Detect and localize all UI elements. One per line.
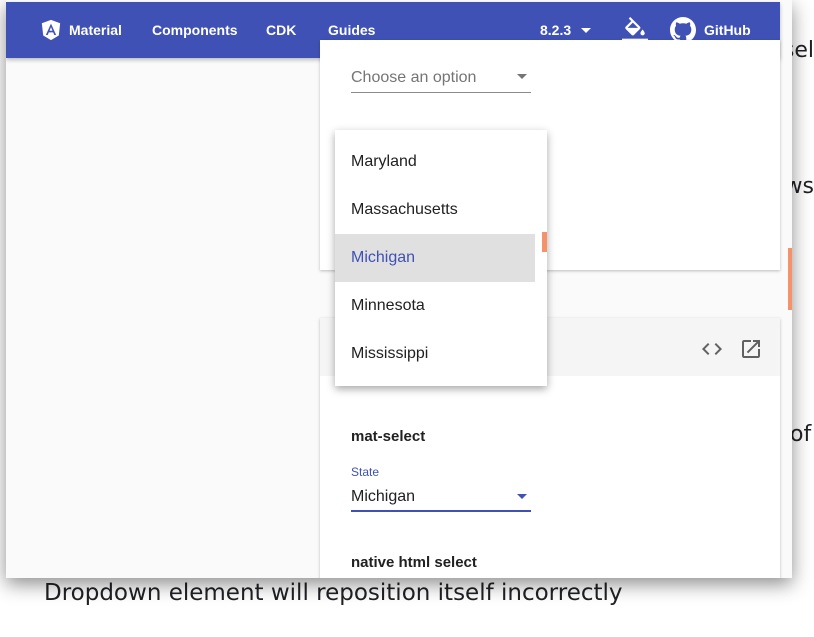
mat-select-title: mat-select xyxy=(351,428,426,445)
option-mississippi[interactable]: Mississippi xyxy=(335,330,535,378)
state-field-label: State xyxy=(351,465,380,479)
chevron-down-icon xyxy=(517,74,527,79)
state-select[interactable]: Michigan xyxy=(351,482,531,512)
open-in-new-icon[interactable] xyxy=(739,337,763,361)
native-select-title: native html select xyxy=(351,554,477,571)
nav-components[interactable]: Components xyxy=(152,2,238,58)
background-text-fragment: of xyxy=(790,422,812,447)
select-placeholder: Choose an option xyxy=(351,69,477,86)
github-label: GitHub xyxy=(704,22,751,38)
embedded-browser-window: Material Components CDK Guides 8.2.3 Git… xyxy=(6,0,792,578)
option-minnesota[interactable]: Minnesota xyxy=(335,282,535,330)
dropdown-scrollbar-thumb[interactable] xyxy=(542,232,547,252)
brand-link[interactable]: Material xyxy=(40,2,122,58)
page-scrollbar-thumb[interactable] xyxy=(788,248,792,310)
select-dropdown-panel: Maryland Massachusetts Michigan Minnesot… xyxy=(335,130,547,386)
version-label: 8.2.3 xyxy=(540,22,572,38)
angular-icon xyxy=(41,19,61,41)
code-icon[interactable] xyxy=(700,337,724,361)
option-maryland[interactable]: Maryland xyxy=(335,138,535,186)
background-caption: Dropdown element will reposition itself … xyxy=(44,580,623,606)
chevron-down-icon xyxy=(581,27,592,33)
option-massachusetts[interactable]: Massachusetts xyxy=(335,186,535,234)
state-select-value: Michigan xyxy=(351,488,416,505)
chevron-down-icon xyxy=(517,494,527,499)
option-select[interactable]: Choose an option xyxy=(351,64,531,93)
nav-cdk[interactable]: CDK xyxy=(266,2,296,58)
option-michigan[interactable]: Michigan xyxy=(335,234,535,282)
brand-label: Material xyxy=(69,22,122,38)
